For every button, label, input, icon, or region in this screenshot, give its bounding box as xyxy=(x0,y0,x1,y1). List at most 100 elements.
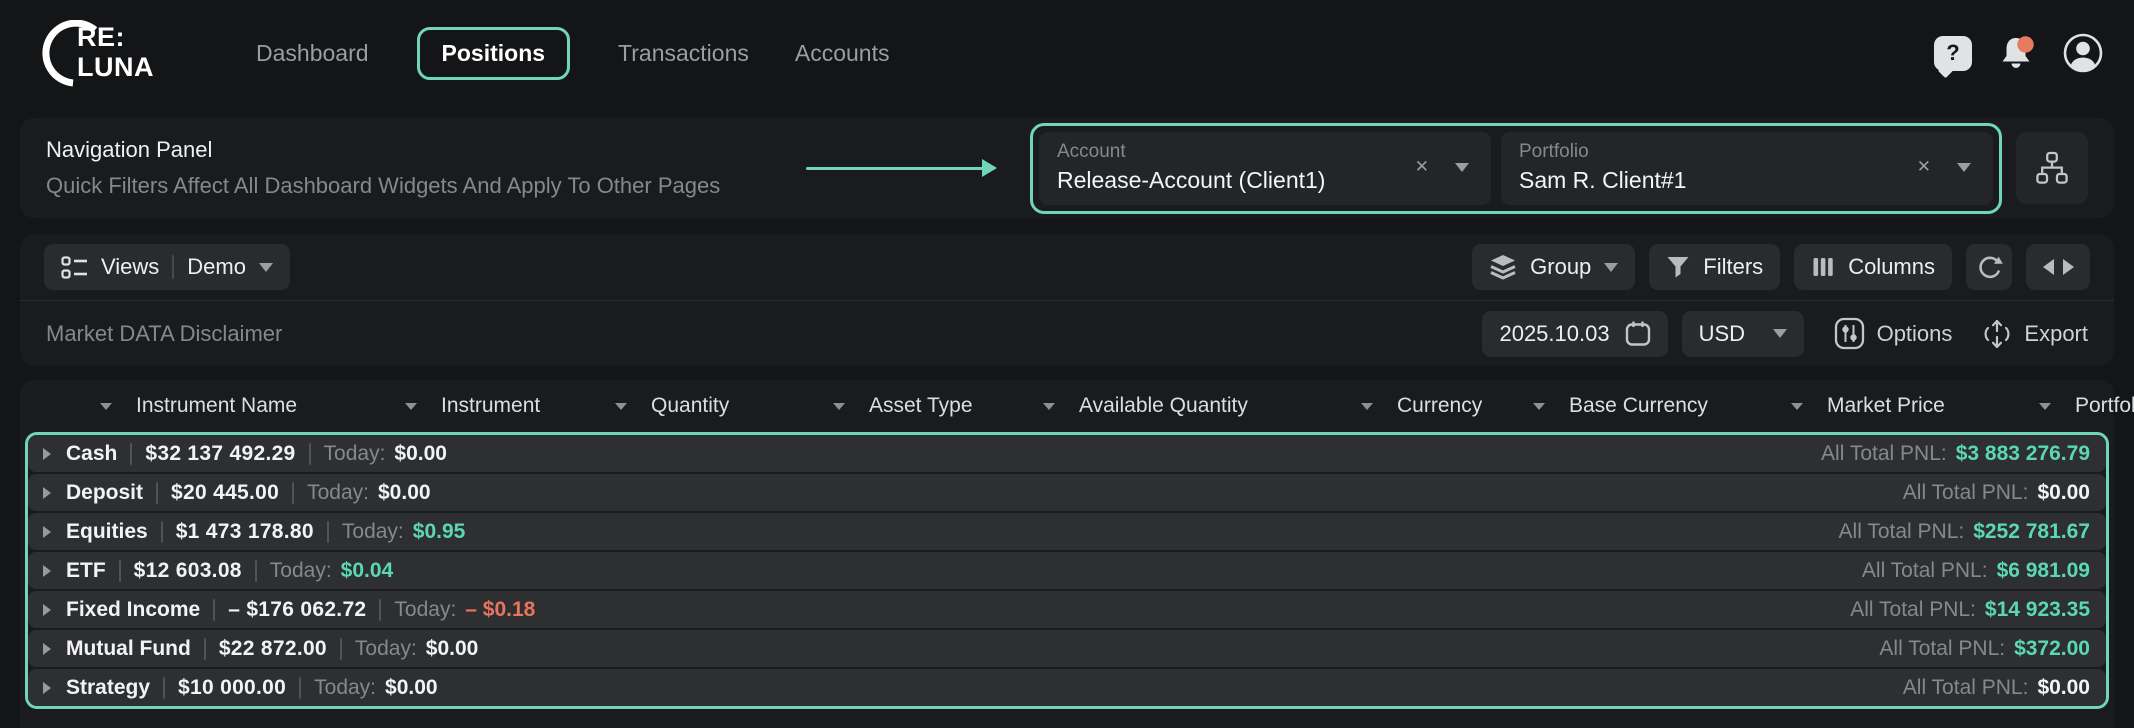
expand-chevron-icon[interactable] xyxy=(43,565,51,577)
column-header-base-currency[interactable]: Base Currency xyxy=(1533,394,1791,418)
column-header-instrument-name[interactable]: Instrument Name xyxy=(100,394,405,418)
pnl-label: All Total PNL: xyxy=(1862,559,1988,583)
header-icons: ? xyxy=(1934,32,2104,74)
export-button[interactable]: Export xyxy=(1982,318,2088,350)
pnl-value: $14 923.35 xyxy=(1985,598,2090,622)
column-header-available-quantity[interactable]: Available Quantity xyxy=(1043,394,1361,418)
column-menu-icon[interactable] xyxy=(1043,403,1055,410)
calendar-icon[interactable] xyxy=(1625,320,1651,347)
column-header-asset-type[interactable]: Asset Type xyxy=(833,394,1043,418)
column-header-portfolio[interactable]: Portfolio xyxy=(2039,394,2114,418)
pnl-value: $0.00 xyxy=(2037,676,2090,700)
group-row-cash[interactable]: Cash $32 137 492.29 Today: $0.00 All Tot… xyxy=(28,435,2106,472)
group-row-deposit[interactable]: Deposit $20 445.00 Today: $0.00 All Tota… xyxy=(28,474,2106,511)
column-menu-icon[interactable] xyxy=(2039,403,2051,410)
portfolio-select-text: Portfolio Sam R. Client#1 xyxy=(1519,141,1917,194)
group-button[interactable]: Group xyxy=(1472,244,1635,290)
expand-chevron-icon[interactable] xyxy=(43,643,51,655)
account-select[interactable]: Account Release-Account (Client1) ✕ xyxy=(1039,132,1491,205)
today-value: $0.00 xyxy=(385,676,438,700)
column-menu-icon[interactable] xyxy=(405,403,417,410)
pnl-label: All Total PNL: xyxy=(1903,481,2029,505)
today-label: Today: xyxy=(324,442,386,466)
account-value: Release-Account (Client1) xyxy=(1057,167,1415,194)
quick-filters-panel: Navigation Panel Quick Filters Affect Al… xyxy=(20,118,2114,218)
column-header-quantity[interactable]: Quantity xyxy=(615,394,833,418)
nav-dashboard[interactable]: Dashboard xyxy=(256,40,369,67)
account-select-text: Account Release-Account (Client1) xyxy=(1057,141,1415,194)
today-value: $0.00 xyxy=(378,481,431,505)
nav-positions-active[interactable]: Positions xyxy=(417,27,571,80)
today-label: Today: xyxy=(270,559,332,583)
pnl-value: $3 883 276.79 xyxy=(1956,442,2090,466)
today-value: $0.95 xyxy=(413,520,466,544)
help-icon[interactable]: ? xyxy=(1934,36,1972,71)
filters-button[interactable]: Filters xyxy=(1649,244,1780,290)
filters-label: Filters xyxy=(1703,254,1763,280)
options-button[interactable]: Options xyxy=(1834,317,1953,350)
group-label: Group xyxy=(1530,254,1591,280)
date-picker-field[interactable]: 2025.10.03 xyxy=(1482,311,1667,357)
column-header-instrument[interactable]: Instrument xyxy=(405,394,615,418)
group-row-strategy[interactable]: Strategy $10 000.00 Today: $0.00 All Tot… xyxy=(28,669,2106,706)
column-menu-icon[interactable] xyxy=(100,403,112,410)
divider xyxy=(213,599,215,621)
app-logo[interactable]: RE: LUNA xyxy=(42,19,164,87)
column-menu-icon[interactable] xyxy=(833,403,845,410)
nav-transactions[interactable]: Transactions xyxy=(618,40,749,67)
column-header-currency[interactable]: Currency xyxy=(1361,394,1533,418)
columns-label: Columns xyxy=(1848,254,1935,280)
expand-chevron-icon[interactable] xyxy=(43,604,51,616)
next-arrow-icon[interactable] xyxy=(2063,259,2074,275)
today-label: Today: xyxy=(307,481,369,505)
currency-select[interactable]: USD xyxy=(1682,311,1804,357)
views-button[interactable]: Views Demo xyxy=(44,244,290,290)
column-menu-icon[interactable] xyxy=(1791,403,1803,410)
chevron-down-icon[interactable] xyxy=(1957,163,1971,172)
column-menu-icon[interactable] xyxy=(615,403,627,410)
group-row-equities[interactable]: Equities $1 473 178.80 Today: $0.95 All … xyxy=(28,513,2106,550)
hierarchy-button[interactable] xyxy=(2016,132,2088,204)
chevron-down-icon[interactable] xyxy=(1604,263,1618,272)
toolbar-panel: Views Demo Group Filters xyxy=(20,234,2114,366)
group-row-mutual-fund[interactable]: Mutual Fund $22 872.00 Today: $0.00 All … xyxy=(28,630,2106,667)
group-row-fixed-income[interactable]: Fixed Income – $176 062.72 Today: – $0.1… xyxy=(28,591,2106,628)
columns-button[interactable]: Columns xyxy=(1794,244,1952,290)
panel-subtitle: Quick Filters Affect All Dashboard Widge… xyxy=(46,173,720,199)
clear-icon[interactable]: ✕ xyxy=(1415,157,1429,177)
column-header-market-price[interactable]: Market Price xyxy=(1791,394,2039,418)
pnl-label: All Total PNL: xyxy=(1879,637,2005,661)
chevron-down-icon[interactable] xyxy=(1455,163,1469,172)
portfolio-select[interactable]: Portfolio Sam R. Client#1 ✕ xyxy=(1501,132,1993,205)
expand-chevron-icon[interactable] xyxy=(43,487,51,499)
divider xyxy=(156,482,158,504)
pnl-value: $6 981.09 xyxy=(1997,559,2090,583)
clear-icon[interactable]: ✕ xyxy=(1917,157,1931,177)
portfolio-value: Sam R. Client#1 xyxy=(1519,167,1917,194)
notifications-bell-icon[interactable] xyxy=(1996,33,2038,73)
chevron-down-icon[interactable] xyxy=(259,263,273,272)
column-label: Available Quantity xyxy=(1079,394,1248,418)
expand-chevron-icon[interactable] xyxy=(43,526,51,538)
pagination-arrows-button[interactable] xyxy=(2026,244,2090,290)
chevron-down-icon[interactable] xyxy=(1773,329,1787,338)
today-value: $0.04 xyxy=(341,559,394,583)
profile-avatar-icon[interactable] xyxy=(2062,32,2104,74)
expand-chevron-icon[interactable] xyxy=(43,682,51,694)
divider xyxy=(204,638,206,660)
prev-arrow-icon[interactable] xyxy=(2043,259,2054,275)
column-menu-icon[interactable] xyxy=(1361,403,1373,410)
pnl-label: All Total PNL: xyxy=(1903,676,2029,700)
expand-chevron-icon[interactable] xyxy=(43,448,51,460)
app-header: RE: LUNA Dashboard Positions Transaction… xyxy=(0,0,2134,106)
divider xyxy=(172,255,174,279)
views-value: Demo xyxy=(187,254,246,280)
refresh-button[interactable] xyxy=(1966,244,2012,290)
notification-badge xyxy=(2017,36,2033,52)
column-menu-icon[interactable] xyxy=(1533,403,1545,410)
nav-accounts[interactable]: Accounts xyxy=(795,40,890,67)
group-row-etf[interactable]: ETF $12 603.08 Today: $0.04 All Total PN… xyxy=(28,552,2106,589)
group-amount: $22 872.00 xyxy=(219,637,327,661)
divider xyxy=(340,638,342,660)
group-name: ETF xyxy=(66,559,106,583)
